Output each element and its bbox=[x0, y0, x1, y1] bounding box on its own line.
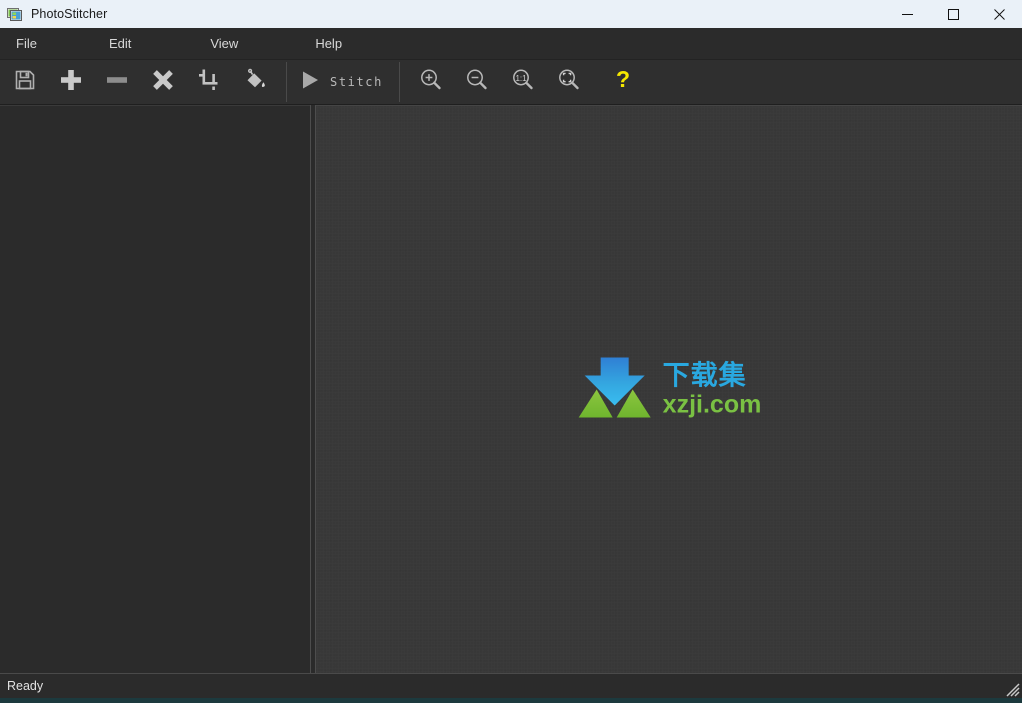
minimize-button[interactable] bbox=[884, 0, 930, 28]
zoom-one-to-one-icon: 1:1 bbox=[510, 67, 536, 98]
watermark-text: 下载集 xzji.com bbox=[663, 362, 762, 417]
remove-button[interactable] bbox=[94, 62, 140, 102]
stitch-button[interactable]: Stitch bbox=[287, 62, 399, 102]
toolbar: Stitch 1:1 ? bbox=[0, 60, 1022, 105]
watermark-domain-text: xzji.com bbox=[662, 390, 762, 418]
fill-button[interactable] bbox=[232, 62, 278, 102]
menu-item-file[interactable]: File bbox=[9, 32, 44, 55]
close-button[interactable] bbox=[976, 0, 1022, 28]
plus-icon bbox=[58, 67, 84, 98]
menu-item-help[interactable]: Help bbox=[308, 32, 349, 55]
menu-bar: File Edit View Help bbox=[0, 28, 1022, 60]
toolbar-separator-2 bbox=[398, 62, 400, 102]
play-triangle-icon bbox=[299, 69, 321, 96]
question-mark-icon: ? bbox=[610, 66, 636, 98]
actual-size-button[interactable]: 1:1 bbox=[500, 62, 546, 102]
resize-grip-icon[interactable] bbox=[1002, 679, 1020, 697]
application-window: PhotoStitcher File Edit View Help Stitch… bbox=[0, 0, 1022, 698]
window-controls bbox=[884, 0, 1022, 28]
photo-stack-icon bbox=[7, 6, 23, 22]
watermark-logo: 下载集 xzji.com bbox=[577, 355, 762, 424]
image-list-panel[interactable] bbox=[0, 105, 310, 673]
title-bar[interactable]: PhotoStitcher bbox=[0, 0, 1022, 28]
save-button[interactable] bbox=[2, 62, 48, 102]
zoom-in-icon bbox=[418, 67, 444, 98]
watermark-chinese-text: 下载集 bbox=[662, 360, 747, 390]
fit-window-button[interactable] bbox=[546, 62, 592, 102]
add-button[interactable] bbox=[48, 62, 94, 102]
zoom-out-icon bbox=[464, 67, 490, 98]
minus-icon bbox=[104, 67, 130, 98]
crop-button[interactable] bbox=[186, 62, 232, 102]
svg-text:1:1: 1:1 bbox=[515, 74, 527, 83]
zoom-fit-icon bbox=[556, 67, 582, 98]
window-title: PhotoStitcher bbox=[31, 7, 108, 21]
crop-icon bbox=[197, 68, 221, 97]
watermark-arrow-icon bbox=[577, 355, 653, 424]
delete-button[interactable] bbox=[140, 62, 186, 102]
floppy-disk-icon bbox=[14, 69, 36, 96]
zoom-in-button[interactable] bbox=[408, 62, 454, 102]
menu-item-view[interactable]: View bbox=[203, 32, 245, 55]
cross-icon bbox=[151, 68, 175, 97]
preview-canvas[interactable]: 下载集 xzji.com bbox=[316, 105, 1022, 673]
status-bar: Ready bbox=[0, 673, 1022, 698]
status-message: Ready bbox=[7, 679, 44, 693]
paint-bucket-icon bbox=[243, 68, 267, 97]
menu-item-edit[interactable]: Edit bbox=[102, 32, 138, 55]
maximize-button[interactable] bbox=[930, 0, 976, 28]
main-area: 下载集 xzji.com bbox=[0, 105, 1022, 673]
stitch-button-label: Stitch bbox=[330, 75, 383, 89]
help-button[interactable]: ? bbox=[600, 62, 646, 102]
zoom-out-button[interactable] bbox=[454, 62, 500, 102]
svg-text:?: ? bbox=[616, 67, 630, 92]
